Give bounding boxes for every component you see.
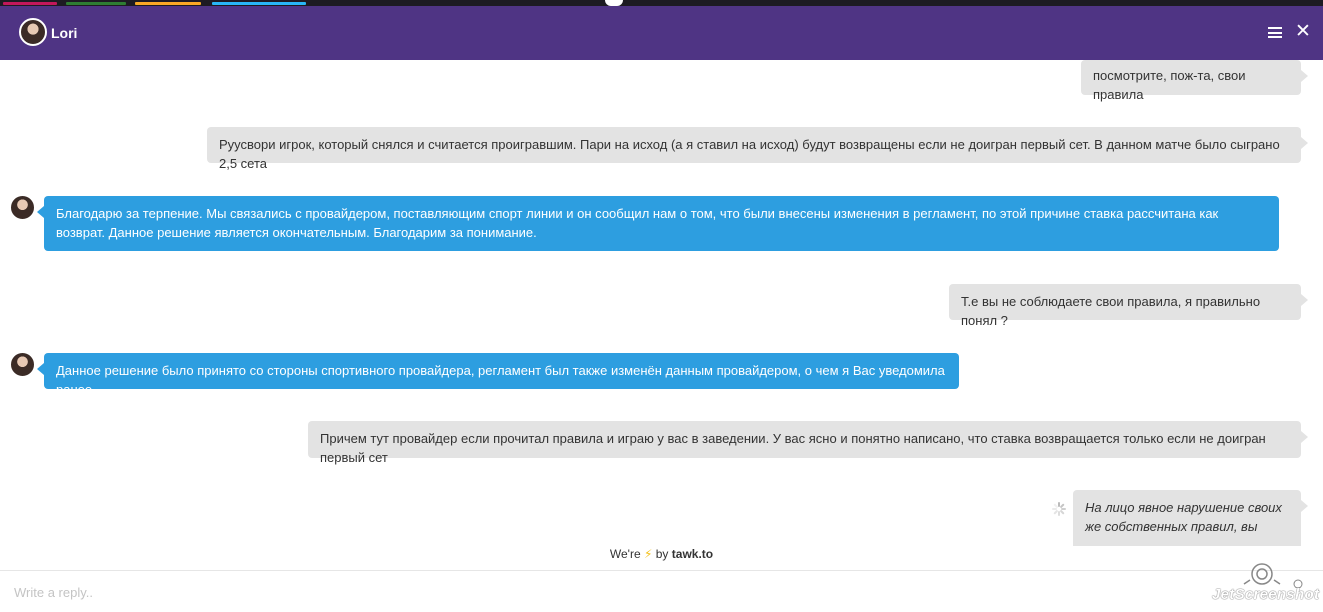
agent-avatar [19,18,47,46]
visitor-message: посмотрите, пож-та, свои правила [1081,60,1308,102]
jetscreenshot-watermark: JetScreenshot [1210,558,1320,608]
visitor-message: Причем тут провайдер если прочитал прави… [308,421,1308,465]
chat-header: Lori ✕ [0,6,1323,60]
sending-spinner-icon [1052,502,1066,516]
agent-avatar [10,195,35,220]
message-text: посмотрите, пож-та, свои правила [1093,68,1246,102]
lightning-icon: ⚡ [643,547,653,561]
close-icon[interactable]: ✕ [1295,22,1311,42]
agent-avatar [10,352,35,377]
tab-color-indicator [212,2,306,5]
camera-logo-icon [1243,563,1303,589]
chat-transcript[interactable]: посмотрите, пож-та, свои правила Руусвор… [0,60,1323,546]
message-text: Благодарю за терпение. Мы связались с пр… [56,206,1219,240]
tab-color-indicator [3,2,57,5]
visitor-message: Руусвори игрок, который снялся и считает… [207,127,1308,171]
tawkto-brand-link[interactable]: tawk.to [672,547,713,561]
message-text: Руусвори игрок, который снялся и считает… [219,137,1280,171]
agent-message: Данное решение было принято со стороны с… [37,353,959,397]
message-composer [0,570,1323,612]
agent-name: Lori [51,25,78,41]
visitor-message-sending: На лицо явное нарушение своих же собстве… [1073,490,1308,546]
message-text: Данное решение было принято со стороны с… [56,363,945,397]
tab-color-indicator [66,2,126,5]
message-text: Т.е вы не соблюдаете свои правила, я пра… [961,294,1261,328]
watermark-text: JetScreenshot [1212,586,1320,603]
agent-message: Благодарю за терпение. Мы связались с пр… [37,196,1279,251]
reply-input[interactable] [12,579,1196,605]
tab-color-indicator [135,2,201,5]
hamburger-menu-icon[interactable] [1268,27,1282,38]
powered-by-text: by [655,547,669,561]
visitor-message: Т.е вы не соблюдаете свои правила, я пра… [949,284,1308,328]
powered-by-footer[interactable]: We're ⚡ by tawk.to [0,547,1323,561]
powered-prefix: We're [609,547,641,561]
message-text: Причем тут провайдер если прочитал прави… [320,431,1266,465]
message-text: На лицо явное нарушение своих же собстве… [1085,500,1282,534]
